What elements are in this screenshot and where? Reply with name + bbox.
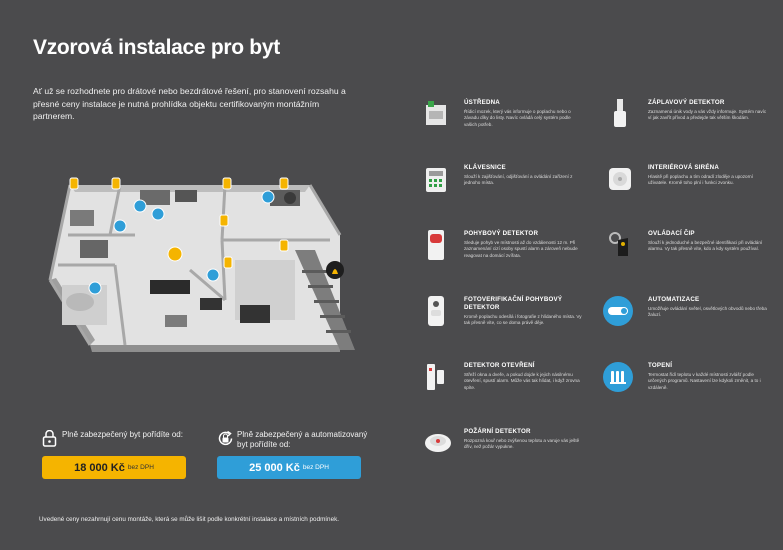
feature-title: TOPENÍ	[648, 362, 673, 369]
automation-toggle-icon	[603, 296, 633, 326]
footnote: Uvedené ceny nezahrnují cenu montáže, kt…	[39, 516, 339, 523]
feature-title: AUTOMATIZACE	[648, 296, 700, 303]
camera-detector-icon	[428, 296, 444, 326]
flood-detector-icon	[614, 99, 626, 127]
motion-detector-icon	[428, 230, 444, 260]
feature-title: INTERIÉROVÁ SIRÉNA	[648, 164, 719, 171]
feature-title: ÚSTŘEDNA	[464, 99, 500, 106]
price-label: Plně zabezpečený byt pořídíte od:	[62, 430, 183, 439]
price-unit: bez DPH	[127, 464, 154, 471]
feature-title: OVLÁDACÍ ČIP	[648, 230, 695, 237]
heating-icon	[603, 362, 633, 392]
feature-description: Zaznamená únik vody a vás vždy informuje…	[648, 109, 767, 121]
smoke-detector-icon	[425, 434, 451, 452]
feature-description: Hlasitě při poplachu a tím odradí zloděj…	[648, 174, 753, 186]
feature-title: KLÁVESNICE	[464, 164, 506, 171]
keypad-icon	[426, 168, 446, 192]
door-sensor-icon	[427, 364, 444, 390]
intro-text: Ať už se rozhodnete pro drátové nebo bez…	[33, 86, 346, 121]
feature-title: DETEKTOR OTEVŘENÍ	[464, 362, 535, 369]
price-box: 18 000 Kč bez DPH	[42, 456, 186, 479]
feature-description: Sleduje pohyb ve místnosti až do vzdálen…	[464, 240, 578, 258]
feature-title: POHYBOVÝ DETEKTOR	[464, 230, 539, 237]
feature-description: Střeží okna a dveře, a pokud dojde k jej…	[464, 372, 580, 390]
key-fob-icon	[609, 232, 628, 256]
feature-description: Rozpozná kouř nebo zvýšenou teplotu a va…	[464, 438, 580, 450]
control-panel-icon	[426, 101, 446, 125]
feature-description: Slouží k jednoduché a bezpečné identifik…	[648, 240, 763, 252]
feature-title: ZÁPLAVOVÝ DETEKTOR	[648, 99, 725, 106]
lock-icon	[42, 430, 57, 447]
feature-description: Kromě poplachu odesílá i fotografie z hl…	[464, 314, 582, 326]
feature-description: Termostat řídí teplotu v každé místnosti…	[648, 372, 761, 390]
feature-description: Umožňuje ovládání světel, osvětlových ob…	[648, 306, 767, 318]
price-unit: bez DPH	[302, 464, 329, 471]
price-box: 25 000 Kč bez DPH	[217, 456, 361, 479]
price-value: 25 000 Kč	[249, 461, 300, 474]
feature-description: Slouží k zajišťování, odjišťování a ovlá…	[464, 174, 573, 186]
feature-description: Řídicí mozek, který vás informuje o popl…	[464, 109, 571, 127]
feature-title: FOTOVERIFIKAČNÍ POHYBOVÝ DETEKTOR	[464, 296, 563, 311]
apartment-floorplan-illustration	[48, 177, 355, 352]
refresh-lock-icon	[218, 430, 233, 446]
price-label: Plně zabezpečený a automatizovaný byt po…	[237, 430, 368, 449]
siren-icon	[609, 168, 631, 190]
page-title: Vzorová instalace pro byt	[33, 36, 280, 59]
feature-title: POŽÁRNÍ DETEKTOR	[464, 428, 531, 435]
price-value: 18 000 Kč	[74, 461, 125, 474]
